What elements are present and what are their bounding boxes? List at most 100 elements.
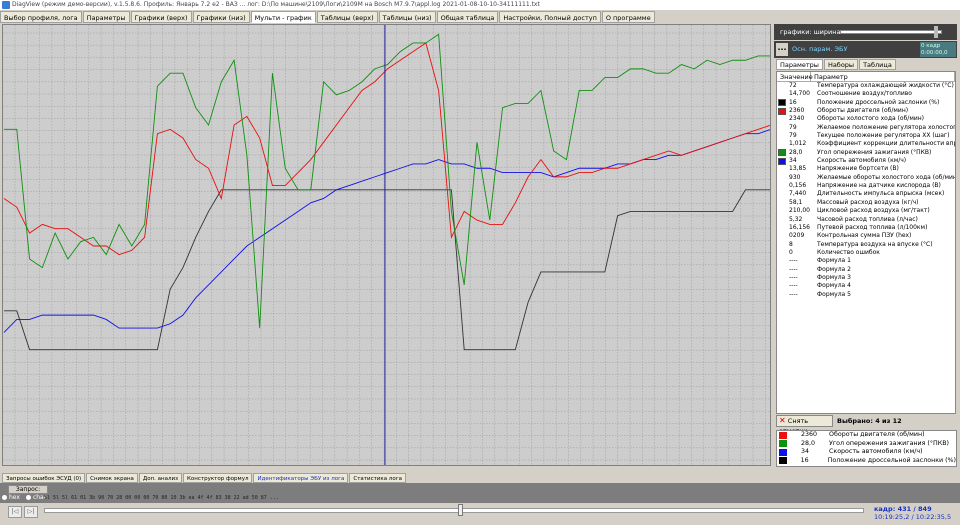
- param-row[interactable]: 28,0 Угол опережения зажигания (°ПКВ): [777, 149, 955, 157]
- top-tab[interactable]: Параметры: [82, 11, 130, 23]
- param-color-swatch[interactable]: [778, 291, 786, 298]
- param-row[interactable]: 13,85 Напряжение бортсети (В): [777, 165, 955, 173]
- param-row[interactable]: 210,00 Цикловой расход воздуха (мг/такт): [777, 207, 955, 215]
- param-color-swatch[interactable]: [778, 99, 786, 107]
- param-row[interactable]: 1,012 Коэффициент коррекции длительности …: [777, 140, 955, 148]
- param-row[interactable]: 2340 Обороты холостого хода (об/мин): [777, 115, 955, 123]
- param-color-swatch[interactable]: [778, 249, 786, 256]
- bottom-tab[interactable]: Снимок экрана: [86, 473, 138, 483]
- param-row[interactable]: 0,156 Напряжение на датчике кислорода (В): [777, 182, 955, 190]
- top-tab[interactable]: Графики (низ): [192, 11, 250, 23]
- param-row[interactable]: 79 Желаемое положение регулятора холостог…: [777, 124, 955, 132]
- sub-tab[interactable]: Наборы: [823, 59, 859, 70]
- param-color-swatch[interactable]: [778, 208, 786, 215]
- legend-row: 2360 Обороты двигателя (об/мин): [777, 431, 956, 440]
- status-bar: |◁ ▷| кадр: 431 / 849 10:19:25,2 / 10:22…: [0, 503, 960, 525]
- bottom-tab[interactable]: Статистика лога: [349, 473, 406, 483]
- param-value: 72: [789, 82, 797, 89]
- clear-bar: ✕ Снять отметки Выбрано: 4 из 12: [776, 415, 956, 435]
- param-color-swatch[interactable]: [778, 233, 786, 240]
- param-color-swatch[interactable]: [778, 275, 786, 282]
- param-name: Массовый расход воздуха (кг/ч): [817, 198, 919, 206]
- param-row[interactable]: ---- Формула 1: [777, 257, 955, 265]
- col-param-header[interactable]: Параметр: [811, 72, 955, 81]
- sub-tab[interactable]: Параметры: [776, 59, 823, 70]
- top-tab[interactable]: О программе: [601, 11, 655, 23]
- param-color-swatch[interactable]: [778, 124, 786, 131]
- param-row[interactable]: 7,440 Длительность импульса впрыска (мсек…: [777, 190, 955, 198]
- param-value: 930: [789, 173, 801, 181]
- param-color-swatch[interactable]: [778, 133, 786, 140]
- param-color-swatch[interactable]: [778, 283, 786, 290]
- clear-marks-button[interactable]: ✕ Снять отметки: [776, 415, 833, 435]
- param-row[interactable]: 58,1 Массовый расход воздуха (кг/ч): [777, 199, 955, 207]
- param-name: Формула 2: [817, 265, 851, 273]
- param-value: 79: [789, 132, 797, 140]
- last-frame-button[interactable]: ▷|: [24, 506, 38, 518]
- param-color-swatch[interactable]: [778, 266, 786, 273]
- graph-width-thumb[interactable]: [934, 26, 938, 38]
- param-color-swatch[interactable]: [778, 241, 786, 248]
- param-name: Температура охлаждающей жидкости (°C): [817, 82, 954, 89]
- graph-width-slider[interactable]: [840, 30, 942, 34]
- param-row[interactable]: 79 Текущее положение регулятора ХХ (шаг): [777, 132, 955, 140]
- sub-tab[interactable]: Таблица: [859, 59, 896, 70]
- param-row[interactable]: 16,156 Путевой расход топлива (л/100км): [777, 224, 955, 232]
- top-tab[interactable]: Таблицы (верх): [316, 11, 378, 23]
- legend-name: Угол опережения зажигания (°ПКВ): [829, 439, 950, 447]
- param-color-swatch[interactable]: [778, 157, 786, 165]
- top-tab[interactable]: Выбор профиля, лога: [0, 11, 82, 23]
- param-color-swatch[interactable]: [778, 83, 786, 90]
- param-row[interactable]: 16 Положение дроссельной заслонки (%): [777, 99, 955, 107]
- param-color-swatch[interactable]: [778, 116, 786, 123]
- param-color-swatch[interactable]: [778, 224, 786, 231]
- param-value: 7,440: [789, 190, 807, 198]
- param-value: 1,012: [789, 140, 807, 148]
- first-frame-button[interactable]: |◁: [8, 506, 22, 518]
- top-tab[interactable]: Общая таблица: [436, 11, 499, 23]
- param-color-swatch[interactable]: [778, 166, 786, 173]
- param-row[interactable]: 8 Температура воздуха на впуске (°C): [777, 241, 955, 249]
- param-row[interactable]: ---- Формула 3: [777, 274, 955, 282]
- top-tab[interactable]: Мульти - график: [250, 11, 316, 23]
- param-row[interactable]: ---- Формула 4: [777, 282, 955, 290]
- frame-track[interactable]: [44, 508, 864, 513]
- bottom-tab[interactable]: Конструктор формул: [183, 473, 253, 483]
- param-row[interactable]: 34 Скорость автомобиля (км/ч): [777, 157, 955, 165]
- multi-graph-plot[interactable]: [2, 24, 771, 466]
- param-value: 8: [789, 240, 793, 248]
- param-row[interactable]: 0 Количество ошибок: [777, 249, 955, 257]
- param-row[interactable]: 14,700 Соотношение воздух/топливо: [777, 90, 955, 98]
- bottom-tab[interactable]: Запросы ошибок ЭСУД (0): [2, 473, 86, 483]
- param-color-swatch[interactable]: [778, 258, 786, 265]
- param-color-swatch[interactable]: [778, 107, 786, 115]
- bottom-tab[interactable]: Идентификаторы ЭБУ из лога: [253, 473, 349, 483]
- param-color-swatch[interactable]: [778, 183, 786, 190]
- radio-hex[interactable]: hex: [2, 494, 20, 501]
- param-value: 79: [789, 123, 797, 131]
- param-color-swatch[interactable]: [778, 149, 786, 157]
- param-row[interactable]: 5,32 Часовой расход топлива (л/час): [777, 216, 955, 224]
- param-row[interactable]: 2360 Обороты двигателя (об/мин): [777, 107, 955, 115]
- bottom-tab[interactable]: Доп. анализ: [138, 473, 183, 483]
- param-color-swatch[interactable]: [778, 216, 786, 223]
- top-tab[interactable]: Настройки, Полный доступ: [499, 11, 601, 23]
- app-icon: [2, 1, 10, 9]
- param-color-swatch[interactable]: [778, 174, 786, 181]
- top-tab[interactable]: Графики (верх): [130, 11, 192, 23]
- param-row[interactable]: 930 Желаемые обороты холостого хода (об/м…: [777, 174, 955, 182]
- param-color-swatch[interactable]: [778, 91, 786, 98]
- frame-track-thumb[interactable]: [458, 504, 463, 516]
- param-row[interactable]: 72 Температура охлаждающей жидкости (°C): [777, 82, 955, 90]
- param-color-swatch[interactable]: [778, 141, 786, 148]
- more-button[interactable]: ...: [776, 43, 788, 56]
- param-row[interactable]: ---- Формула 2: [777, 266, 955, 274]
- request-button[interactable]: Запрос:: [8, 485, 48, 494]
- param-color-swatch[interactable]: [778, 191, 786, 198]
- param-color-swatch[interactable]: [778, 199, 786, 206]
- param-name: Обороты двигателя (об/мин): [817, 107, 909, 115]
- param-row[interactable]: 0209 Контрольная сумма ПЗУ (hex): [777, 232, 955, 240]
- top-tab[interactable]: Таблицы (низ): [378, 11, 436, 23]
- param-row[interactable]: ---- Формула 5: [777, 291, 955, 299]
- col-value-header[interactable]: Значение: [777, 72, 813, 81]
